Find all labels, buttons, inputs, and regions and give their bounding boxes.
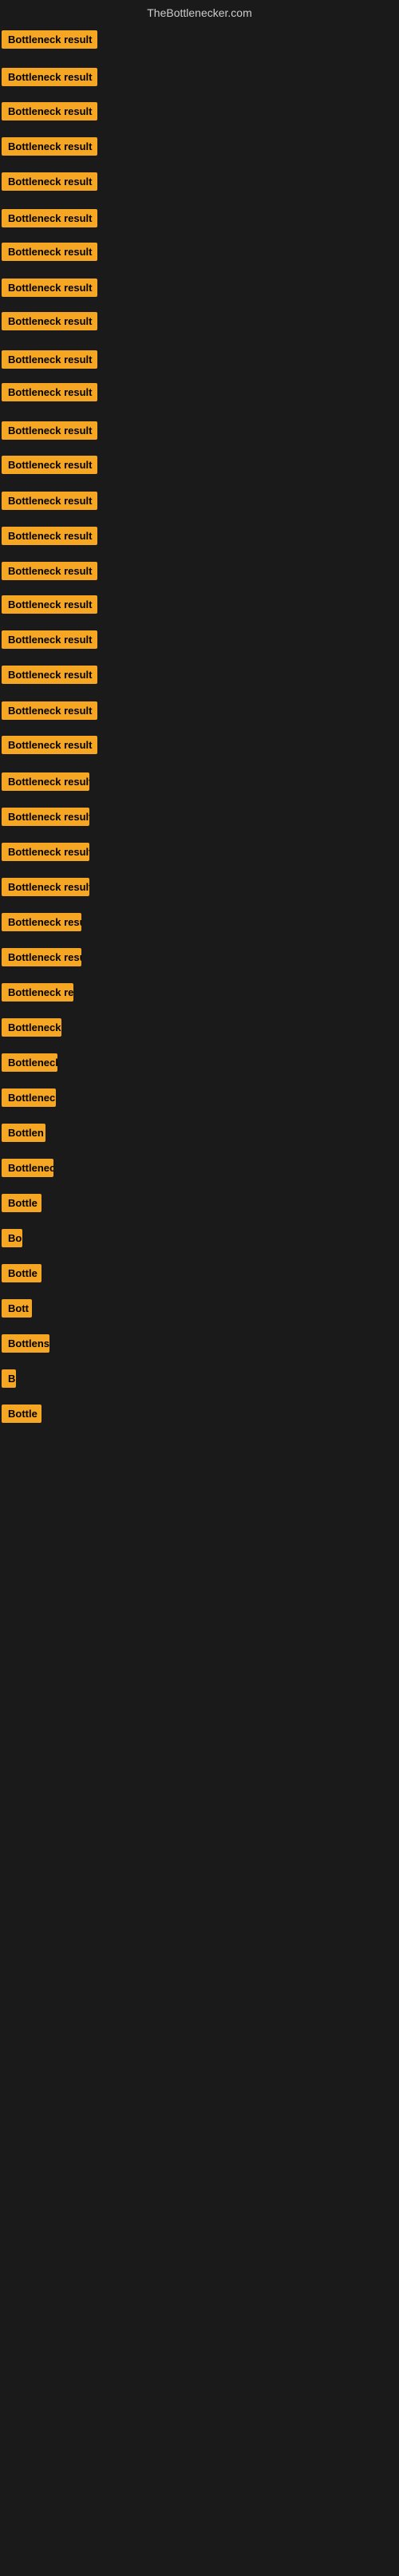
badge-row-10: Bottleneck result — [2, 350, 97, 373]
badge-row-8: Bottleneck result — [2, 279, 97, 301]
bottleneck-badge-18[interactable]: Bottleneck result — [2, 630, 97, 649]
badge-row-30: Bottleneck — [2, 1053, 57, 1076]
badge-row-23: Bottleneck result — [2, 808, 89, 830]
badge-row-16: Bottleneck result — [2, 562, 97, 584]
badge-row-28: Bottleneck result — [2, 983, 73, 1006]
bottleneck-badge-31[interactable]: Bottleneck — [2, 1088, 56, 1107]
bottleneck-badge-1[interactable]: Bottleneck result — [2, 30, 97, 49]
bottleneck-badge-32[interactable]: Bottlen — [2, 1124, 45, 1142]
badge-row-5: Bottleneck result — [2, 172, 97, 195]
bottleneck-badge-29[interactable]: Bottleneck r — [2, 1018, 61, 1037]
bottleneck-badge-10[interactable]: Bottleneck result — [2, 350, 97, 369]
bottleneck-badge-33[interactable]: Bottleneck — [2, 1159, 53, 1177]
badge-row-18: Bottleneck result — [2, 630, 97, 653]
bottleneck-badge-36[interactable]: Bottle — [2, 1264, 41, 1282]
bottleneck-badge-17[interactable]: Bottleneck result — [2, 595, 97, 614]
badge-row-4: Bottleneck result — [2, 137, 97, 160]
badge-row-25: Bottleneck result — [2, 878, 89, 900]
badge-row-27: Bottleneck result — [2, 948, 81, 970]
badge-row-35: Bo — [2, 1229, 22, 1251]
bottleneck-badge-26[interactable]: Bottleneck result — [2, 913, 81, 931]
badge-row-31: Bottleneck — [2, 1088, 56, 1111]
bottleneck-badge-8[interactable]: Bottleneck result — [2, 279, 97, 297]
badge-row-6: Bottleneck result — [2, 209, 97, 231]
badge-row-29: Bottleneck r — [2, 1018, 61, 1041]
bottleneck-badge-2[interactable]: Bottleneck result — [2, 68, 97, 86]
bottleneck-badge-30[interactable]: Bottleneck — [2, 1053, 57, 1072]
bottleneck-badge-6[interactable]: Bottleneck result — [2, 209, 97, 227]
bottleneck-badge-35[interactable]: Bo — [2, 1229, 22, 1247]
site-title: TheBottlenecker.com — [0, 0, 399, 22]
bottleneck-badge-37[interactable]: Bott — [2, 1299, 32, 1318]
bottleneck-badge-34[interactable]: Bottle — [2, 1194, 41, 1212]
bottleneck-badge-40[interactable]: Bottle — [2, 1405, 41, 1423]
badge-row-33: Bottleneck — [2, 1159, 53, 1181]
bottleneck-badge-21[interactable]: Bottleneck result — [2, 736, 97, 754]
badge-row-26: Bottleneck result — [2, 913, 81, 935]
bottleneck-badge-7[interactable]: Bottleneck result — [2, 243, 97, 261]
bottleneck-badge-25[interactable]: Bottleneck result — [2, 878, 89, 896]
badge-row-7: Bottleneck result — [2, 243, 97, 265]
badge-row-21: Bottleneck result — [2, 736, 97, 758]
badge-row-36: Bottle — [2, 1264, 41, 1286]
bottleneck-badge-14[interactable]: Bottleneck result — [2, 492, 97, 510]
bottleneck-badge-24[interactable]: Bottleneck result — [2, 843, 89, 861]
bottleneck-badge-5[interactable]: Bottleneck result — [2, 172, 97, 191]
bottleneck-badge-11[interactable]: Bottleneck result — [2, 383, 97, 401]
badge-row-17: Bottleneck result — [2, 595, 97, 618]
bottleneck-badge-28[interactable]: Bottleneck result — [2, 983, 73, 1002]
badge-row-40: Bottle — [2, 1405, 41, 1427]
badge-row-15: Bottleneck result — [2, 527, 97, 549]
bottleneck-badge-39[interactable]: B — [2, 1369, 16, 1388]
badge-row-22: Bottleneck result — [2, 772, 89, 795]
badge-row-32: Bottlen — [2, 1124, 45, 1146]
bottleneck-badge-19[interactable]: Bottleneck result — [2, 666, 97, 684]
bottleneck-badge-20[interactable]: Bottleneck result — [2, 701, 97, 720]
bottleneck-badge-27[interactable]: Bottleneck result — [2, 948, 81, 966]
badge-row-37: Bott — [2, 1299, 32, 1322]
bottleneck-badge-23[interactable]: Bottleneck result — [2, 808, 89, 826]
bottleneck-badge-12[interactable]: Bottleneck result — [2, 421, 97, 440]
badge-row-19: Bottleneck result — [2, 666, 97, 688]
badge-row-3: Bottleneck result — [2, 102, 97, 124]
badge-row-20: Bottleneck result — [2, 701, 97, 724]
badge-row-24: Bottleneck result — [2, 843, 89, 865]
bottleneck-badge-22[interactable]: Bottleneck result — [2, 772, 89, 791]
badge-row-12: Bottleneck result — [2, 421, 97, 444]
badge-row-2: Bottleneck result — [2, 68, 97, 90]
bottleneck-badge-15[interactable]: Bottleneck result — [2, 527, 97, 545]
bottleneck-badge-13[interactable]: Bottleneck result — [2, 456, 97, 474]
badge-row-11: Bottleneck result — [2, 383, 97, 405]
bottleneck-badge-16[interactable]: Bottleneck result — [2, 562, 97, 580]
bottleneck-badge-4[interactable]: Bottleneck result — [2, 137, 97, 156]
badge-row-13: Bottleneck result — [2, 456, 97, 478]
badge-row-9: Bottleneck result — [2, 312, 97, 334]
bottleneck-badge-38[interactable]: Bottlens — [2, 1334, 49, 1353]
badge-row-39: B — [2, 1369, 16, 1392]
badge-row-34: Bottle — [2, 1194, 41, 1216]
badge-row-38: Bottlens — [2, 1334, 49, 1357]
bottleneck-badge-9[interactable]: Bottleneck result — [2, 312, 97, 330]
bottleneck-badge-3[interactable]: Bottleneck result — [2, 102, 97, 121]
badge-row-14: Bottleneck result — [2, 492, 97, 514]
badge-row-1: Bottleneck result — [2, 30, 97, 53]
